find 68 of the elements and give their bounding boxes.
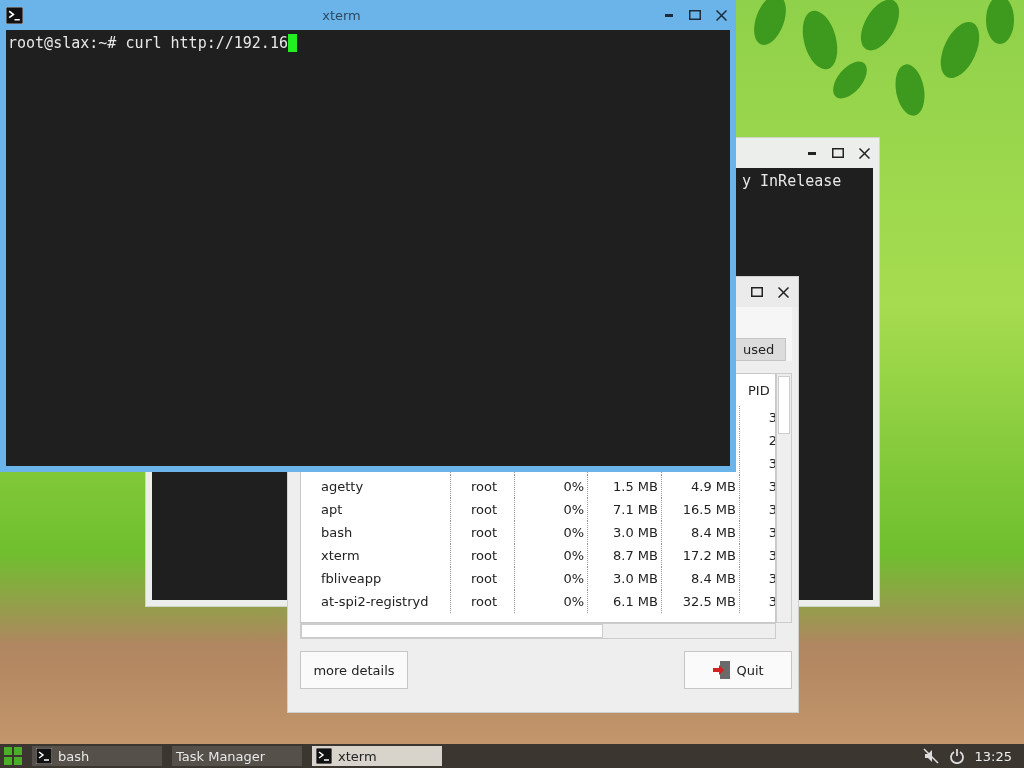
taskbar-item[interactable]: bash (32, 746, 162, 766)
table-cell: root (451, 475, 515, 498)
table-cell: apt (301, 498, 451, 521)
terminal-icon (6, 6, 23, 24)
table-cell: 0% (515, 498, 588, 521)
table-cell: 1.5 MB (588, 475, 662, 498)
horizontal-scrollbar[interactable] (300, 623, 776, 639)
table-cell: 3.0 MB (588, 567, 662, 590)
close-icon (777, 286, 789, 298)
table-cell: agetty (301, 475, 451, 498)
taskbar-item[interactable]: xterm (312, 746, 442, 766)
text-cursor (287, 34, 297, 52)
close-icon (715, 9, 727, 21)
table-cell: 4.9 MB (662, 475, 740, 498)
table-cell-text: 3 (767, 547, 775, 565)
power-icon[interactable] (948, 748, 965, 764)
exit-door-icon (712, 660, 733, 680)
clock: 13:25 (974, 748, 1012, 764)
table-cell: 0% (515, 544, 588, 567)
table-cell-text: 3 (767, 478, 775, 496)
app-menu-button[interactable] (4, 747, 22, 765)
table-cell-text: 3 (767, 501, 775, 519)
minimize-icon (808, 151, 816, 155)
table-cell: 0% (515, 475, 588, 498)
table-cell: 8.4 MB (662, 567, 740, 590)
close-icon (858, 147, 870, 159)
memory-usage-label: used (734, 338, 786, 361)
table-cell: 8.7 MB (588, 544, 662, 567)
table-cell-text: 3 (767, 455, 775, 473)
quit-button[interactable]: Quit (684, 651, 792, 689)
table-cell: root (451, 498, 515, 521)
terminal-command-line: root@slax:~# curl http://192.16 (8, 34, 728, 52)
table-cell: 8.4 MB (662, 521, 740, 544)
table-cell-text: 3 (767, 570, 775, 588)
table-cell-text: 2 (767, 432, 775, 450)
table-cell: 32.5 MB (662, 590, 740, 613)
table-cell: root (451, 590, 515, 613)
table-cell-text: 3 (767, 524, 775, 542)
table-cell: 6.1 MB (588, 590, 662, 613)
table-cell: root (451, 567, 515, 590)
table-cell: root (451, 521, 515, 544)
vertical-scrollbar[interactable] (776, 373, 792, 623)
column-header[interactable]: PID (740, 382, 775, 398)
table-cell: 16.5 MB (662, 498, 740, 521)
table-cell: bash (301, 521, 451, 544)
minimize-icon (665, 13, 673, 17)
table-cell: 17.2 MB (662, 544, 740, 567)
table-cell: fbliveapp (301, 567, 451, 590)
table-cell-text: 3 (767, 409, 775, 427)
maximize-icon (689, 10, 701, 20)
table-cell-text: 3 (767, 593, 775, 611)
details-button[interactable]: more details (300, 651, 408, 689)
terminal-icon (316, 748, 332, 764)
table-cell: 0% (515, 567, 588, 590)
table-cell: root (451, 544, 515, 567)
window-title: xterm (321, 7, 362, 23)
table-cell: at-spi2-registryd (301, 590, 451, 613)
table-cell: 0% (515, 590, 588, 613)
table-cell: xterm (301, 544, 451, 567)
terminal-output: y InRelease (742, 172, 843, 190)
table-cell: 3.0 MB (588, 521, 662, 544)
speaker-muted-icon[interactable] (922, 748, 939, 764)
taskbar-item[interactable]: Task Manager (172, 746, 302, 766)
terminal-icon (36, 748, 52, 764)
maximize-icon (832, 148, 844, 158)
maximize-icon (751, 287, 763, 297)
table-cell: 0% (515, 521, 588, 544)
table-cell: 7.1 MB (588, 498, 662, 521)
